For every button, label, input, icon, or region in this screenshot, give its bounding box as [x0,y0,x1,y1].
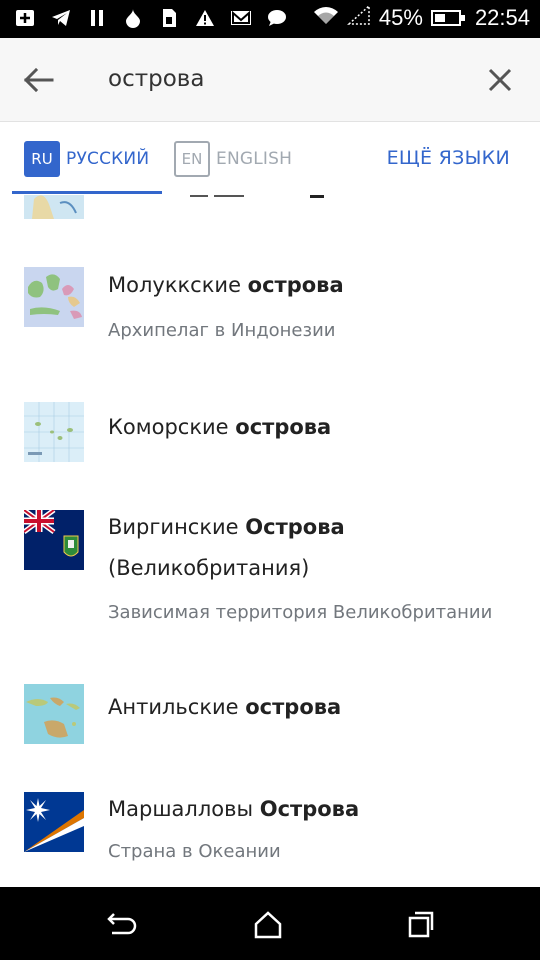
result-title-continued: (Великобритания) [108,556,310,580]
title-match: острова [245,695,342,719]
language-tabs: RU РУССКИЙ EN ENGLISH ЕЩЁ ЯЗЫКИ [0,123,540,195]
list-item-partial[interactable] [0,195,540,225]
result-thumbnail [24,510,84,570]
title-text: Виргинские [108,515,246,539]
add-box-icon [14,6,36,30]
battery-icon [430,10,465,26]
gmail-icon [230,6,252,30]
title-match: Острова [259,797,360,821]
system-navigation-bar [0,887,540,960]
nav-recents-button[interactable] [400,905,440,945]
result-thumbnail [24,267,84,327]
title-match: острова [247,273,344,297]
close-icon [488,68,512,92]
result-thumbnail [24,792,84,852]
search-bar: острова [0,38,540,122]
list-item[interactable]: Коморские острова [0,385,540,475]
status-bar: 45% 22:54 [0,0,540,38]
tab-label: ENGLISH [216,149,293,169]
chat-icon [266,6,288,30]
search-results-list[interactable]: Молуккские острова Архипелаг в Индонезии… [0,195,540,887]
status-indicators: 45% 22:54 [313,4,530,32]
language-code-badge: RU [24,141,60,177]
notification-icons [14,6,288,30]
result-title: Виргинские Острова [108,507,345,548]
tab-label: РУССКИЙ [66,149,150,169]
battery-fill [434,14,445,22]
language-code-badge: EN [174,141,210,177]
list-item[interactable]: Маршалловы Острова Страна в Океании [0,775,540,887]
result-thumbnail [24,402,84,462]
back-button[interactable] [18,60,62,100]
home-icon [254,911,282,939]
result-description: Архипелаг в Индонезии [108,320,336,341]
result-title: Молуккские острова [108,265,344,306]
result-thumbnail [24,684,84,744]
nav-home-button[interactable] [248,905,288,945]
result-thumbnail [24,195,84,219]
tab-english[interactable]: EN ENGLISH [174,141,292,177]
drop-icon [122,6,144,30]
title-match: Острова [245,515,345,539]
title-text: Коморские [108,415,236,439]
active-tab-indicator [12,191,162,194]
clock: 22:54 [474,5,530,30]
result-description: Страна в Океании [108,841,281,862]
tab-russian[interactable]: RU РУССКИЙ [24,141,149,177]
result-title: Антильские острова [108,687,341,728]
sim-icon [158,6,180,30]
signal-icon [346,4,371,32]
search-input[interactable]: острова [108,66,204,92]
battery-percent: 45% [378,5,423,30]
list-item[interactable]: Молуккские острова Архипелаг в Индонезии [0,245,540,375]
result-description: Зависимая территория Великобритании [108,602,493,623]
result-title: Коморские острова [108,407,331,448]
title-text: Антильские [108,695,246,719]
recents-icon [408,911,434,938]
pause-icon [86,6,108,30]
list-item[interactable]: Виргинские Острова (Великобритания) Зави… [0,495,540,665]
title-text: Маршалловы [108,797,260,821]
back-icon [107,913,137,935]
clear-search-button[interactable] [478,60,522,100]
warning-icon [194,6,216,30]
partial-title [190,195,330,201]
title-text: Молуккские [108,273,248,297]
more-languages-button[interactable]: ЕЩЁ ЯЗЫКИ [387,147,510,169]
arrow-back-icon [23,67,54,93]
wifi-icon [313,4,339,32]
title-match: острова [235,415,332,439]
list-item[interactable]: Антильские острова [0,665,540,765]
nav-back-button[interactable] [100,905,140,945]
result-title: Маршалловы Острова [108,789,359,830]
telegram-icon [50,6,72,30]
